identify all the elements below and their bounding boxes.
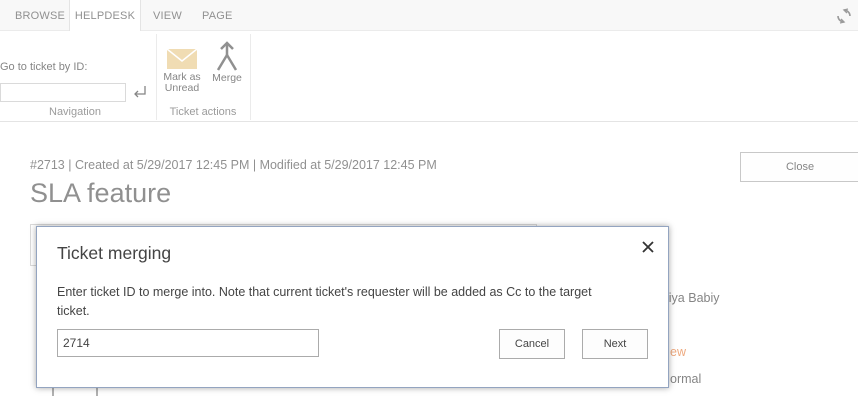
dialog-message: Enter ticket ID to merge into. Note that…	[57, 285, 592, 318]
ticket-merging-dialog: Ticket merging Enter ticket ID to merge …	[36, 226, 669, 388]
next-button[interactable]: Next	[582, 329, 648, 359]
cancel-button[interactable]: Cancel	[499, 329, 565, 359]
close-icon[interactable]	[640, 239, 656, 255]
ticket-id-input[interactable]	[57, 329, 319, 357]
dialog-title: Ticket merging	[57, 243, 172, 263]
